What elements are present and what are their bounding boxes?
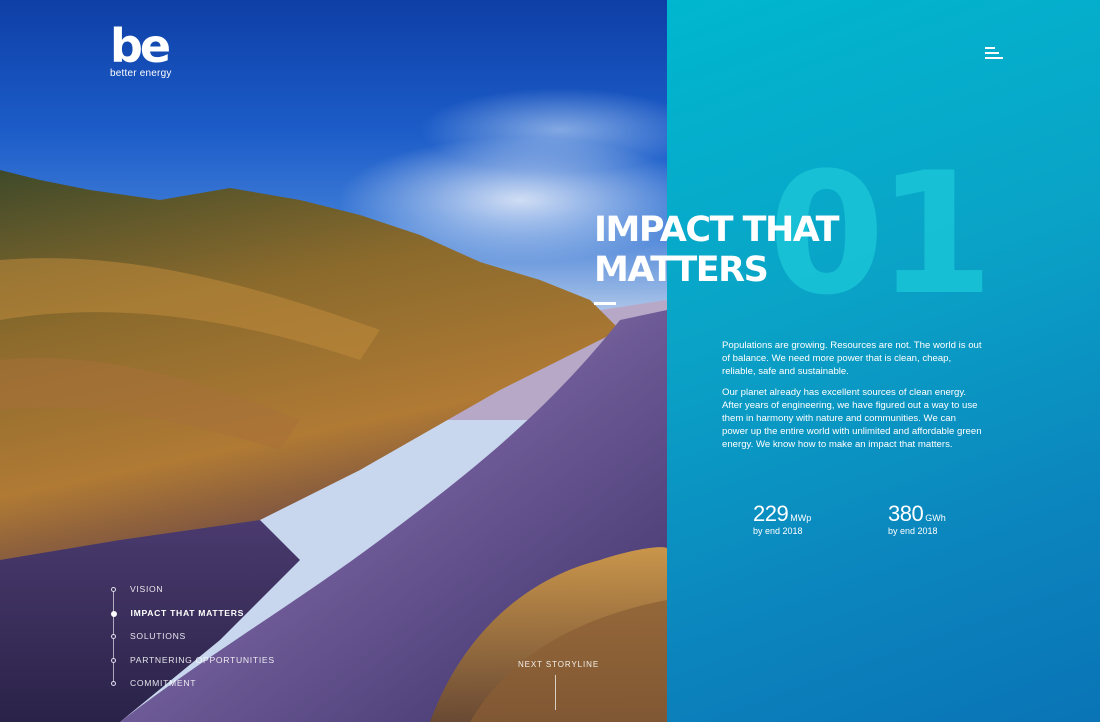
body-paragraph-2: Our planet already has excellent sources… xyxy=(722,387,982,450)
headline-line-2: MATTERS xyxy=(594,250,769,290)
storyline-dot-icon xyxy=(111,681,116,686)
stat-note: by end 2018 xyxy=(888,526,938,536)
storyline-item-label: VISION xyxy=(130,584,164,594)
next-storyline-indicator xyxy=(555,675,556,710)
menu-line xyxy=(985,57,1003,59)
stat-capacity: 229 MWp by end 2018 xyxy=(753,501,812,537)
stat-unit: GWh xyxy=(925,513,946,523)
menu-line xyxy=(985,52,999,54)
storyline-item-label: COMMITMENT xyxy=(130,678,197,688)
headline-line-1: IMPACT THAT xyxy=(594,210,840,250)
storyline-item-solutions[interactable]: SOLUTIONS xyxy=(108,630,275,654)
stat-note: by end 2018 xyxy=(753,526,803,536)
hamburger-menu-icon[interactable] xyxy=(985,47,1003,61)
storyline-item-partnering-opportunities[interactable]: PARTNERING OPPORTUNITIES xyxy=(108,654,275,678)
logo-mark: be xyxy=(110,19,171,73)
storyline-item-label: PARTNERING OPPORTUNITIES xyxy=(130,654,275,665)
storyline-item-label: IMPACT THAT MATTERS xyxy=(130,607,245,618)
storyline-dot-icon xyxy=(111,634,116,639)
storyline-dot-icon xyxy=(110,610,117,617)
stat-unit: MWp xyxy=(790,513,812,523)
storyline-item-vision[interactable]: VISION xyxy=(108,583,275,607)
hero-photo xyxy=(0,0,667,722)
logo-wordmark: better energy xyxy=(110,68,172,79)
storyline-item-label: SOLUTIONS xyxy=(130,631,186,641)
menu-line xyxy=(985,47,995,49)
next-storyline-link[interactable]: NEXT STORYLINE xyxy=(518,660,599,669)
storyline-item-commitment[interactable]: COMMITMENT xyxy=(108,677,275,701)
dune-landscape-image xyxy=(0,170,667,722)
section-headline: IMPACT THAT MATTERS xyxy=(594,210,914,290)
storyline-dot-icon xyxy=(111,657,116,663)
section-body: Populations are growing. Resources are n… xyxy=(722,339,984,451)
storyline-dot-icon xyxy=(111,587,116,592)
storyline-item-impact-that-matters[interactable]: IMPACT THAT MATTERS xyxy=(108,607,275,631)
body-paragraph-1: Populations are growing. Resources are n… xyxy=(722,340,982,377)
headline-underline xyxy=(594,302,616,305)
stat-value: 229 xyxy=(753,501,789,526)
storyline-nav: VISION IMPACT THAT MATTERS SOLUTIONS PAR… xyxy=(108,583,275,701)
brand-logo[interactable]: be better energy xyxy=(110,19,180,79)
stat-production: 380 GWh by end 2018 xyxy=(888,501,946,537)
stat-value: 380 xyxy=(888,501,924,526)
